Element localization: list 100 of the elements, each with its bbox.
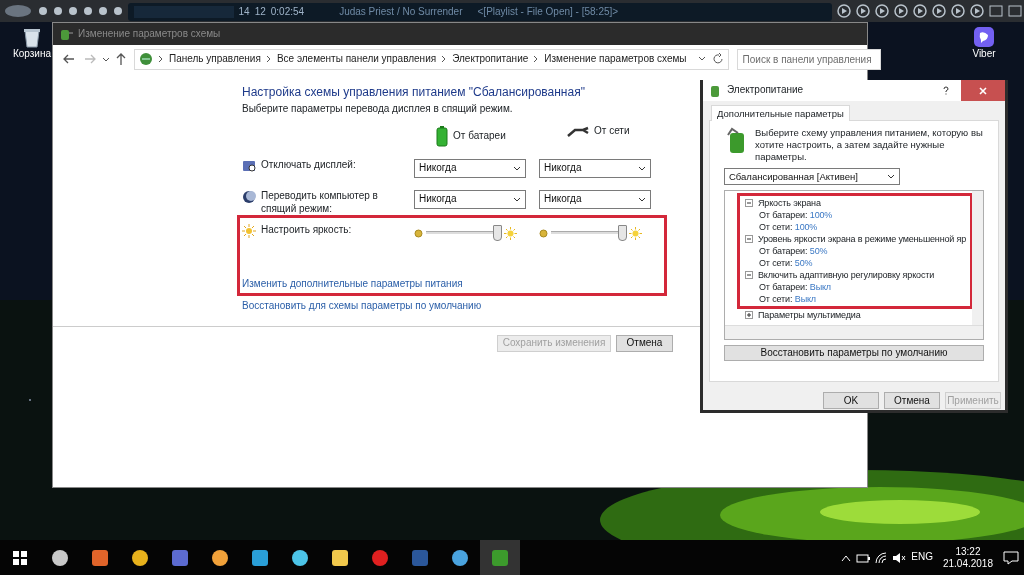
tree-item[interactable]: От батареи: bbox=[759, 209, 808, 221]
slider-thumb[interactable] bbox=[492, 225, 502, 241]
setting-value[interactable]: Выкл bbox=[809, 281, 831, 293]
chevron-right-icon bbox=[265, 54, 272, 64]
notification-icon[interactable] bbox=[1003, 550, 1019, 565]
control-icon[interactable] bbox=[97, 6, 108, 16]
control-icon[interactable] bbox=[112, 6, 123, 16]
control-icon[interactable] bbox=[67, 6, 78, 16]
player-control-icon[interactable] bbox=[931, 4, 946, 18]
tree-item[interactable]: Параметры мультимедиа bbox=[758, 309, 861, 321]
player-control-icon[interactable] bbox=[855, 4, 870, 18]
desktop-icon-label[interactable]: Корзина bbox=[12, 48, 52, 61]
expander[interactable] bbox=[745, 271, 753, 279]
player-control-icon[interactable] bbox=[874, 4, 889, 18]
setting-value[interactable]: Выкл bbox=[794, 293, 816, 305]
dropdown[interactable]: Никогда bbox=[539, 159, 651, 178]
breadcrumb-item[interactable]: Изменение параметров схемы bbox=[544, 52, 687, 66]
dropdown[interactable]: Никогда bbox=[539, 190, 651, 209]
setting-value[interactable]: 50% bbox=[809, 245, 828, 257]
app-icon[interactable] bbox=[290, 547, 310, 568]
control-icon[interactable] bbox=[37, 6, 48, 16]
playlist-info: <[Playlist - File Open] - [58:25]> bbox=[477, 5, 619, 19]
search-field[interactable]: Поиск в панели управления bbox=[736, 48, 881, 70]
dropdown[interactable]: Никогда bbox=[414, 190, 526, 209]
app-icon[interactable] bbox=[50, 547, 70, 568]
clock-time[interactable]: 13:22 bbox=[955, 545, 981, 558]
chevron-right-icon bbox=[441, 54, 448, 64]
restore-defaults-button[interactable]: Восстановить параметры по умолчанию bbox=[724, 345, 984, 361]
setting-value[interactable]: 100% bbox=[809, 209, 833, 221]
battery-plug-icon bbox=[59, 27, 73, 41]
battery-icon bbox=[708, 83, 722, 98]
clock-date[interactable]: 21.04.2018 bbox=[942, 557, 993, 570]
track-number: 14 bbox=[238, 5, 250, 19]
close-button[interactable] bbox=[961, 80, 1005, 101]
app-icon[interactable] bbox=[450, 547, 470, 568]
tree-item[interactable]: Яркость экрана bbox=[758, 197, 821, 209]
dropdown[interactable]: Никогда bbox=[414, 159, 526, 178]
breadcrumb-item[interactable]: Все элементы панели управления bbox=[276, 52, 437, 66]
refresh-icon[interactable] bbox=[711, 53, 724, 65]
link[interactable]: Восстановить для схемы параметры по умолчанию bbox=[242, 299, 482, 312]
chevron-down-icon bbox=[887, 173, 895, 180]
desktop-icon-label[interactable]: Viber bbox=[972, 48, 996, 61]
tree-item[interactable]: От сети: bbox=[759, 293, 793, 305]
player-control-icon[interactable] bbox=[950, 4, 965, 18]
tree-item[interactable]: От сети: bbox=[759, 221, 793, 233]
app-icon[interactable] bbox=[130, 547, 150, 568]
control-icon[interactable] bbox=[82, 6, 93, 16]
tab[interactable]: Дополнительные параметры bbox=[711, 104, 850, 122]
chevron-down-icon bbox=[638, 165, 646, 172]
player-control-icon[interactable] bbox=[836, 4, 851, 18]
slider-thumb[interactable] bbox=[617, 225, 627, 241]
dim-sun-icon bbox=[539, 228, 548, 238]
battery-icon[interactable] bbox=[856, 552, 871, 563]
help-icon bbox=[943, 86, 949, 96]
app-icon[interactable] bbox=[210, 547, 230, 568]
expander[interactable] bbox=[745, 199, 753, 207]
setting-label: Отключать дисплей: bbox=[261, 159, 356, 172]
start-icon[interactable] bbox=[13, 550, 27, 565]
control-icon[interactable] bbox=[52, 6, 63, 16]
speaker-muted-icon[interactable] bbox=[892, 551, 907, 564]
app-icon[interactable] bbox=[250, 547, 270, 568]
chevron-up-icon[interactable] bbox=[841, 553, 852, 562]
dialog-description: Выберите схему управления питанием, которую вы хотите настроить, а затем задайте нужные параметры. bbox=[755, 127, 984, 163]
link[interactable]: Изменить дополнительные параметры питания bbox=[242, 278, 463, 289]
player-control-icon[interactable] bbox=[893, 4, 908, 18]
player-control-icon[interactable] bbox=[912, 4, 927, 18]
vertical-scrollbar[interactable] bbox=[972, 191, 983, 327]
player-control-icon[interactable] bbox=[969, 4, 984, 18]
tree-item[interactable]: От батареи: bbox=[759, 245, 808, 257]
app-icon[interactable] bbox=[330, 547, 350, 568]
tree-item[interactable]: От сети: bbox=[759, 257, 793, 269]
setting-value[interactable]: 100% bbox=[794, 221, 818, 233]
tree-item[interactable]: От батареи: bbox=[759, 281, 808, 293]
expander[interactable] bbox=[745, 311, 753, 319]
button[interactable]: Отмена bbox=[884, 392, 940, 410]
dialog-title: Электропитание bbox=[727, 84, 805, 97]
bright-sun-icon bbox=[629, 226, 642, 240]
app-icon[interactable] bbox=[90, 547, 110, 568]
sun-icon bbox=[242, 224, 256, 238]
button[interactable]: Отмена bbox=[616, 335, 673, 352]
trash-icon[interactable] bbox=[21, 26, 43, 48]
tree-item[interactable]: Уровень яркости экрана в режиме уменьшенной яр bbox=[758, 233, 967, 245]
language-indicator[interactable]: ENG bbox=[911, 551, 933, 564]
breadcrumb-item[interactable]: Панель управления bbox=[169, 52, 261, 66]
chat-bubble-icon[interactable] bbox=[973, 26, 995, 48]
tree-item[interactable]: Включить адаптивную регулировку яркости bbox=[758, 269, 935, 281]
address-bar[interactable]: Панель управления Все элементы панели управления Электропитание Изменение параметров схемы bbox=[134, 48, 729, 70]
setting-value[interactable]: 50% bbox=[794, 257, 813, 269]
dropdown[interactable]: Сбалансированная [Активен] bbox=[724, 168, 900, 185]
window-control-icon[interactable] bbox=[988, 5, 1003, 17]
chevron-down-icon bbox=[513, 165, 521, 172]
track-title: Judas Priest / No Surrender bbox=[339, 5, 463, 19]
close-icon bbox=[979, 86, 987, 95]
wifi-icon[interactable] bbox=[875, 551, 888, 564]
button[interactable]: OK bbox=[823, 392, 879, 410]
window-control-icon[interactable] bbox=[1007, 5, 1022, 17]
horizontal-scrollbar[interactable] bbox=[725, 325, 983, 339]
breadcrumb-item[interactable]: Электропитание bbox=[452, 52, 529, 66]
expander[interactable] bbox=[745, 235, 753, 243]
window-title: Изменение параметров схемы bbox=[78, 27, 221, 41]
